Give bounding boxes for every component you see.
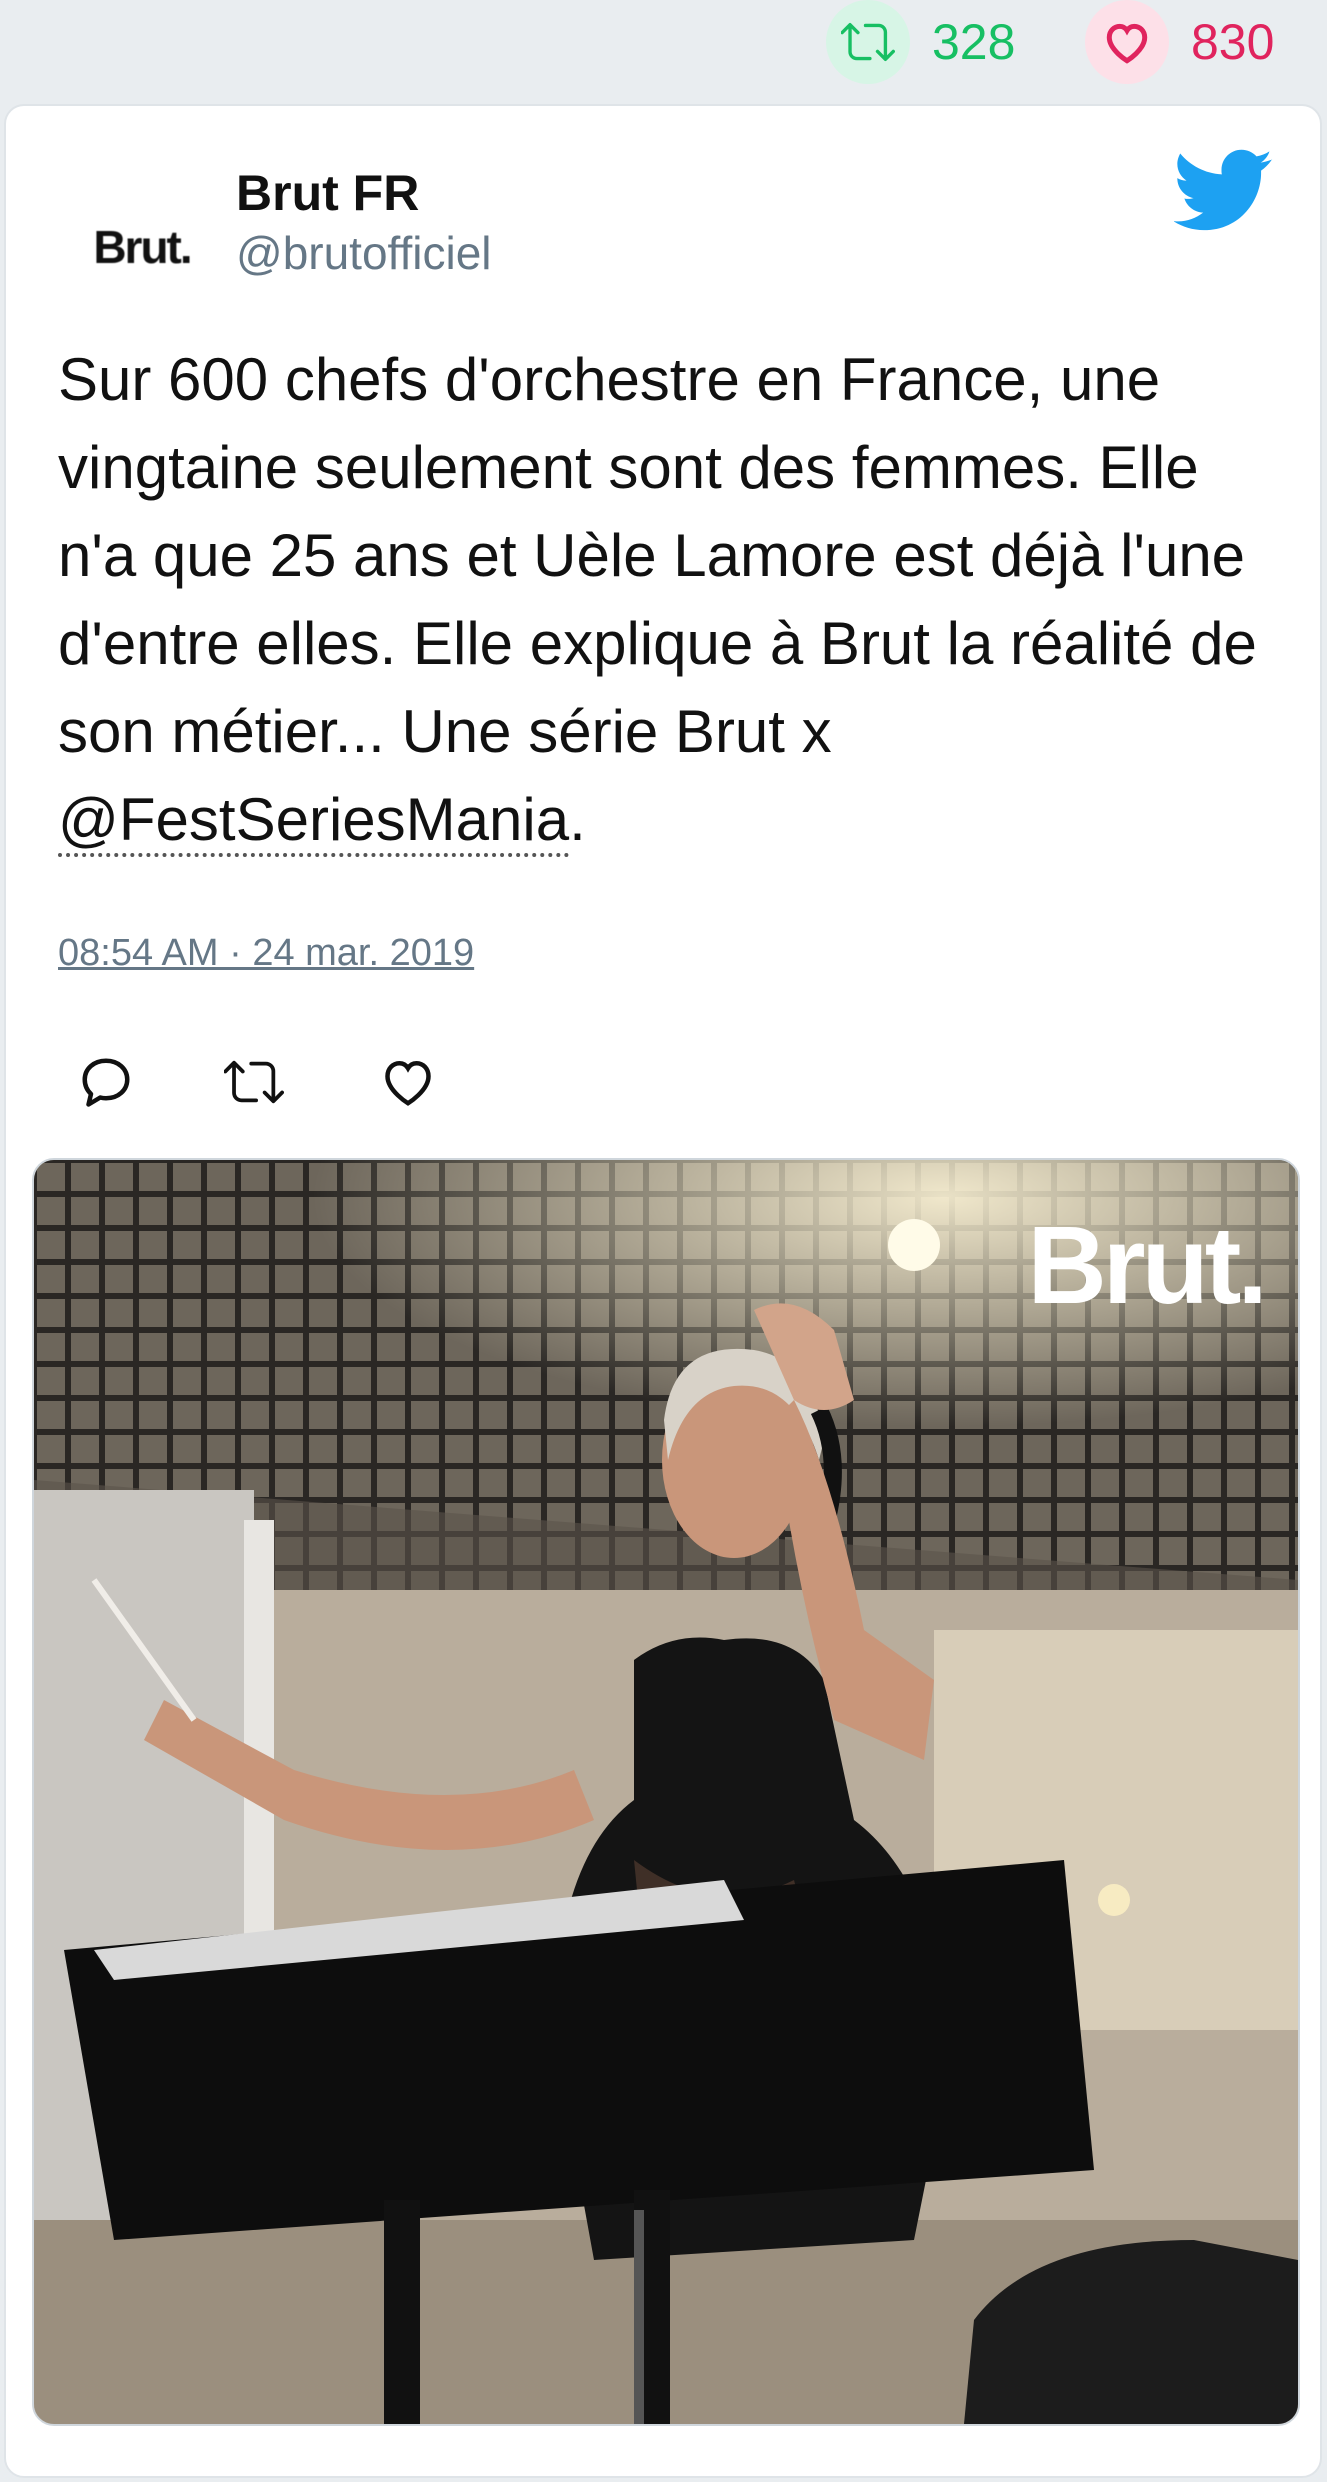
mention-link[interactable]: @FestSeriesMania: [58, 786, 570, 857]
media-brand-logo: Brut.: [1027, 1204, 1268, 1327]
retweet-count-stat[interactable]: 328: [826, 0, 1015, 84]
author-handle[interactable]: @brutofficiel: [236, 226, 492, 280]
avatar-logo-text: Brut.: [93, 221, 192, 273]
like-count-stat[interactable]: 830: [1085, 0, 1274, 84]
tweet-stats-bar: 328 830: [0, 0, 1327, 96]
tweet-media-video[interactable]: Brut.: [32, 1158, 1300, 2426]
retweet-icon[interactable]: [224, 1052, 284, 1112]
tweet-text-body: Sur 600 chefs d'orchestre en France, une…: [58, 346, 1257, 765]
tweet-text-end: .: [569, 786, 586, 853]
avatar[interactable]: Brut.: [62, 182, 222, 312]
tweet-timestamp[interactable]: 08:54 AM · 24 mar. 2019: [58, 932, 474, 975]
author-name[interactable]: Brut FR: [236, 164, 419, 222]
like-count: 830: [1191, 14, 1275, 70]
twitter-bird-icon[interactable]: [1174, 148, 1274, 234]
reply-icon[interactable]: [76, 1052, 136, 1112]
heart-icon: [1085, 0, 1169, 84]
retweet-count: 328: [932, 14, 1016, 70]
like-icon[interactable]: [378, 1052, 438, 1112]
retweet-icon: [826, 0, 910, 84]
conductor-photo: [34, 1160, 1298, 2424]
tweet-text: Sur 600 chefs d'orchestre en France, une…: [58, 336, 1278, 864]
tweet-card: Brut. Brut FR @brutofficiel Sur 600 chef…: [4, 104, 1322, 2478]
